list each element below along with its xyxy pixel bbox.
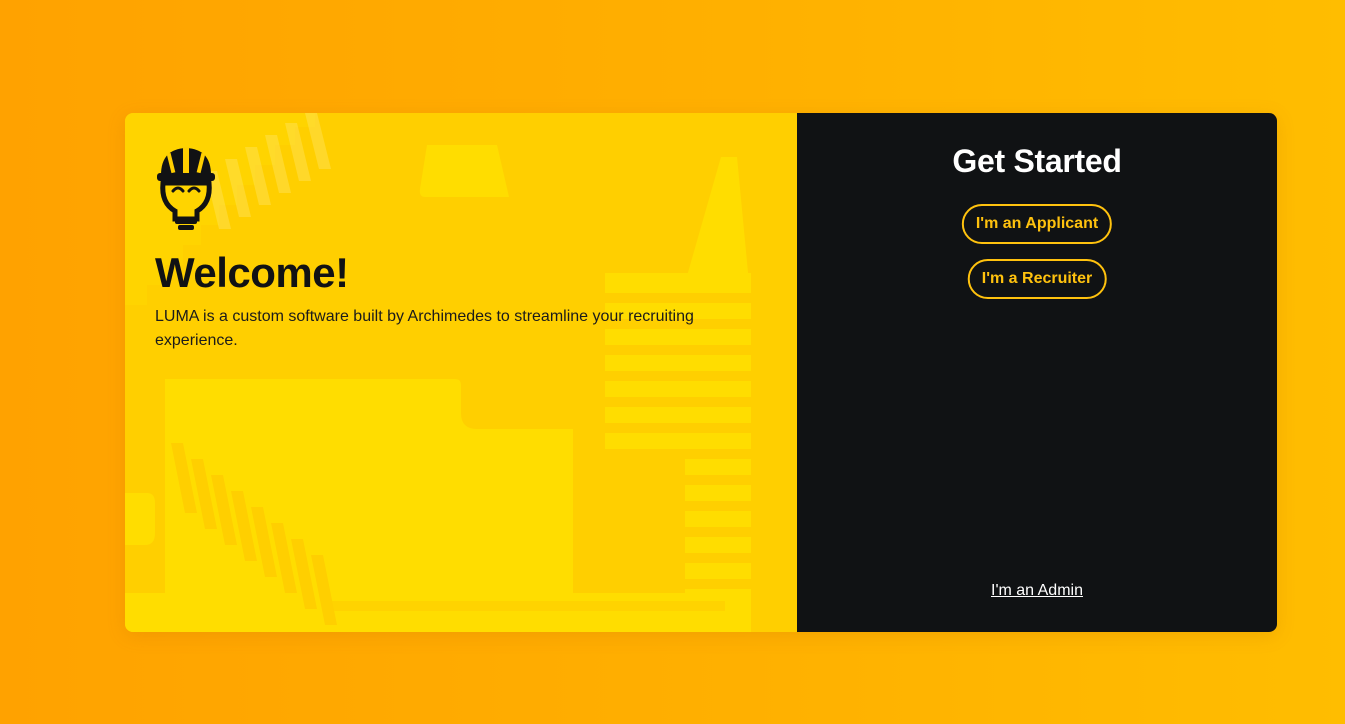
welcome-panel: Welcome! LUMA is a custom software built… (125, 113, 797, 632)
get-started-panel: Get Started I'm an Applicant I'm a Recru… (797, 113, 1277, 632)
recruiter-button[interactable]: I'm a Recruiter (967, 259, 1107, 299)
background-illustration (125, 113, 751, 632)
lightbulb-hardhat-logo-icon (157, 147, 215, 230)
applicant-button[interactable]: I'm an Applicant (961, 204, 1113, 244)
welcome-heading: Welcome! (155, 249, 349, 296)
admin-link-container: I'm an Admin (797, 582, 1277, 600)
get-started-heading: Get Started (952, 143, 1122, 179)
welcome-description: LUMA is a custom software built by Archi… (155, 308, 694, 349)
welcome-card: Welcome! LUMA is a custom software built… (125, 113, 1277, 632)
admin-link[interactable]: I'm an Admin (991, 582, 1083, 599)
